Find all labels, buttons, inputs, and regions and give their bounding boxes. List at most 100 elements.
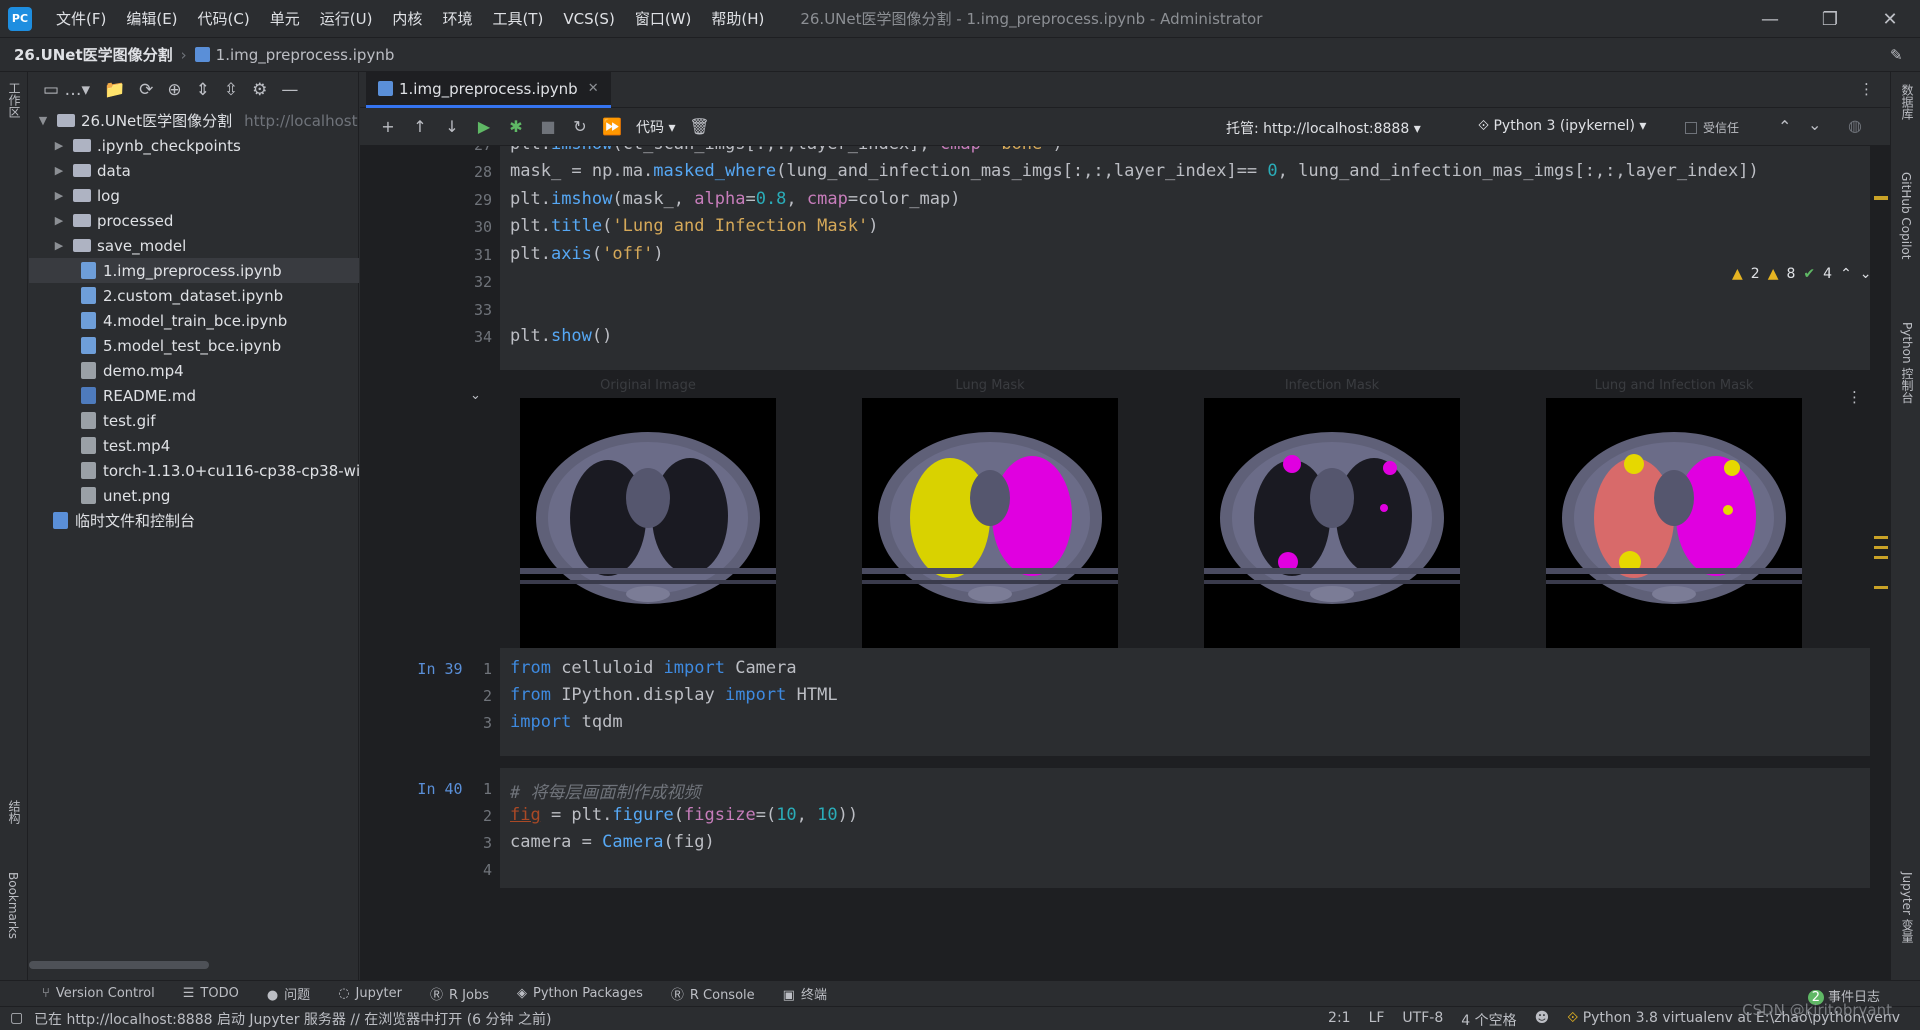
- code-line[interactable]: plt.imshow(mask_, alpha=0.8, cmap=color_…: [510, 189, 960, 209]
- structure-tool-tab[interactable]: 结构: [6, 800, 23, 824]
- menu-item-run[interactable]: 运行(U): [310, 8, 383, 29]
- error-stripe-marker[interactable]: [1874, 556, 1888, 559]
- delete-cell-icon[interactable]: 🗑: [683, 117, 715, 136]
- previous-highlight-icon[interactable]: ⌃: [1840, 266, 1852, 282]
- more-options-icon[interactable]: ⋮: [1859, 80, 1874, 98]
- code-line[interactable]: from IPython.display import HTML: [510, 685, 838, 705]
- tree-file-img-preprocess[interactable]: 1.img_preprocess.ipynb: [29, 258, 359, 283]
- line-separator[interactable]: LF: [1369, 1010, 1385, 1030]
- expand-all-icon[interactable]: ⇕: [196, 80, 210, 100]
- code-line[interactable]: fig = plt.figure(figsize=(10, 10)): [510, 805, 858, 825]
- settings-gear-icon[interactable]: ⚙: [252, 80, 267, 100]
- menu-item-file[interactable]: 文件(F): [46, 8, 116, 29]
- menu-item-env[interactable]: 环境: [432, 8, 482, 29]
- kernel-dropdown[interactable]: ⟐ Python 3 (ipykernel) ▾: [1470, 116, 1654, 136]
- tool-r-jobs[interactable]: Ⓡ R Jobs: [430, 984, 489, 1003]
- tree-file-torch-wheel[interactable]: torch-1.13.0+cu116-cp38-cp38-wir: [29, 458, 359, 483]
- trusted-toggle[interactable]: 受信任: [1685, 119, 1739, 136]
- error-stripe-marker[interactable]: [1874, 586, 1888, 589]
- restart-kernel-icon[interactable]: ↻: [564, 117, 596, 136]
- code-line[interactable]: plt.show(): [510, 326, 612, 346]
- tree-file-test-mp4[interactable]: test.mp4: [29, 433, 359, 458]
- tree-file-model-train[interactable]: 4.model_train_bce.ipynb: [29, 308, 359, 333]
- menu-item-tools[interactable]: 工具(T): [482, 8, 553, 29]
- close-tab-icon[interactable]: ✕: [588, 81, 599, 96]
- toggle-tool-windows-icon[interactable]: ▢: [10, 1010, 23, 1026]
- debug-cell-icon[interactable]: ✱: [500, 117, 532, 136]
- hide-panel-icon[interactable]: —: [281, 80, 298, 100]
- breadcrumb-file[interactable]: 1.img_preprocess.ipynb: [216, 46, 395, 64]
- tree-folder-data[interactable]: ▶ data: [29, 158, 359, 183]
- menu-item-vcs[interactable]: VCS(S): [553, 10, 624, 28]
- code-line[interactable]: # 将每层画面制作成视频: [510, 778, 700, 803]
- tree-folder-save-model[interactable]: ▶ save_model: [29, 233, 359, 258]
- code-cell-3[interactable]: [500, 768, 1870, 888]
- move-up-icon[interactable]: ↑: [404, 117, 436, 136]
- tool-terminal[interactable]: ▣ 终端: [783, 984, 827, 1003]
- tree-root[interactable]: ▼ 26.UNet医学图像分割 http://localhost: [29, 108, 359, 133]
- bookmarks-tool-tab[interactable]: Bookmarks: [6, 872, 20, 939]
- trusted-checkbox[interactable]: [1685, 121, 1697, 134]
- tool-python-packages[interactable]: ◈ Python Packages: [517, 986, 643, 1001]
- tree-folder-processed[interactable]: ▶ processed: [29, 208, 359, 233]
- tool-todo[interactable]: ☰ TODO: [183, 986, 239, 1001]
- locate-icon[interactable]: ⊕: [167, 80, 181, 100]
- stop-icon[interactable]: ■: [532, 117, 564, 136]
- code-line[interactable]: plt.title('Lung and Infection Mask'): [510, 216, 879, 236]
- tool-r-console[interactable]: Ⓡ R Console: [671, 984, 755, 1003]
- menu-item-kernel[interactable]: 内核: [382, 8, 432, 29]
- python-console-tool-tab[interactable]: Python 控制台: [1899, 322, 1916, 403]
- error-stripe-marker[interactable]: [1874, 196, 1888, 200]
- code-line[interactable]: plt.imshow(ct_scan_imgs[:,:,layer_index]…: [510, 146, 1063, 154]
- view-mode-icon[interactable]: ▭ …▾: [43, 80, 90, 100]
- refresh-icon[interactable]: ⟳: [139, 80, 153, 100]
- inspection-widget[interactable]: ▲ 2 ▲ 8 ✔ 4 ⌃ ⌄: [1732, 266, 1872, 282]
- cell-type-dropdown[interactable]: 代码 ▾: [628, 115, 683, 139]
- tree-file-custom-dataset[interactable]: 2.custom_dataset.ipynb: [29, 283, 359, 308]
- tab-img-preprocess[interactable]: 1.img_preprocess.ipynb ✕: [366, 72, 611, 108]
- minimize-button[interactable]: —: [1742, 0, 1798, 38]
- project-tool-tab[interactable]: 工作区: [6, 82, 23, 118]
- copilot-tool-tab[interactable]: GitHub Copilot: [1899, 172, 1913, 259]
- project-horizontal-scrollbar[interactable]: [29, 961, 209, 969]
- code-line[interactable]: from celluloid import Camera: [510, 658, 797, 678]
- error-stripe-marker[interactable]: [1874, 546, 1888, 549]
- tree-folder-ipynb-checkpoints[interactable]: ▶ .ipynb_checkpoints: [29, 133, 359, 158]
- error-stripe-marker[interactable]: [1874, 536, 1888, 539]
- new-folder-icon[interactable]: 📁: [104, 80, 125, 100]
- code-line[interactable]: camera = Camera(fig): [510, 832, 715, 852]
- next-highlight-icon[interactable]: ⌄: [1860, 266, 1872, 282]
- menu-item-code[interactable]: 代码(C): [188, 8, 260, 29]
- next-icon[interactable]: ⌄: [1808, 115, 1821, 134]
- add-cell-icon[interactable]: +: [372, 117, 404, 136]
- tool-jupyter[interactable]: ◌ Jupyter: [338, 986, 402, 1001]
- code-line[interactable]: import tqdm: [510, 712, 623, 732]
- jupyter-variables-tool-tab[interactable]: Jupyter 变量: [1899, 872, 1916, 943]
- tree-file-model-test[interactable]: 5.model_test_bce.ipynb: [29, 333, 359, 358]
- status-message[interactable]: 已在 http://localhost:8888 启动 Jupyter 服务器 …: [34, 1009, 551, 1029]
- file-encoding[interactable]: UTF-8: [1402, 1010, 1443, 1030]
- caret-position[interactable]: 2:1: [1328, 1010, 1351, 1030]
- tree-folder-log[interactable]: ▶ log: [29, 183, 359, 208]
- menu-item-help[interactable]: 帮助(H): [701, 8, 774, 29]
- move-down-icon[interactable]: ↓: [436, 117, 468, 136]
- menu-item-cell[interactable]: 单元: [260, 8, 310, 29]
- restore-button[interactable]: ❐: [1802, 0, 1858, 38]
- tool-problems[interactable]: ● 问题: [267, 984, 310, 1003]
- tool-version-control[interactable]: ⑂ Version Control: [42, 986, 155, 1001]
- code-line[interactable]: plt.axis('off'): [510, 244, 664, 264]
- database-tool-tab[interactable]: 数据库: [1899, 84, 1916, 120]
- tree-file-readme[interactable]: README.md: [29, 383, 359, 408]
- tree-file-demo-mp4[interactable]: demo.mp4: [29, 358, 359, 383]
- copilot-status-icon[interactable]: ☻: [1535, 1010, 1550, 1030]
- breadcrumb-project[interactable]: 26.UNet医学图像分割: [14, 44, 173, 65]
- collapse-all-icon[interactable]: ⇳: [224, 80, 238, 100]
- host-dropdown[interactable]: 托管: http://localhost:8888 ▾: [1218, 116, 1429, 140]
- menu-item-window[interactable]: 窗口(W): [625, 8, 702, 29]
- close-window-button[interactable]: ✕: [1862, 0, 1918, 38]
- globe-icon[interactable]: ◍: [1848, 116, 1862, 135]
- menu-item-edit[interactable]: 编辑(E): [116, 8, 187, 29]
- collapse-output-icon[interactable]: ⌄: [470, 388, 481, 403]
- tree-file-unet-png[interactable]: unet.png: [29, 483, 359, 508]
- previous-icon[interactable]: ⌃: [1778, 117, 1791, 136]
